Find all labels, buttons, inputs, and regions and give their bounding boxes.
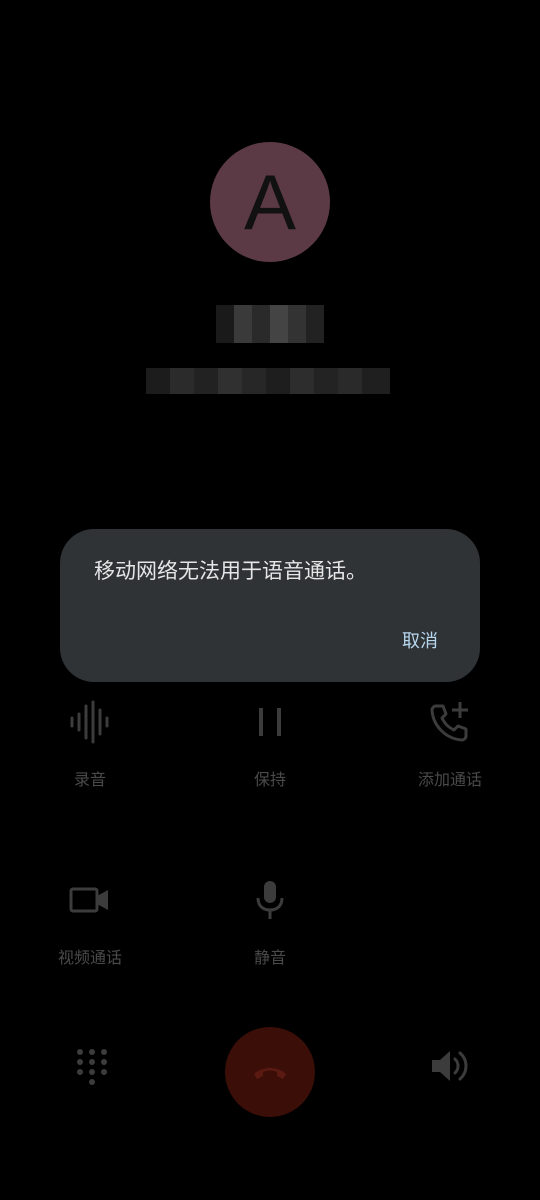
call-controls-row-2: 视频通话 静音: [0, 878, 540, 988]
caller-name-redacted: [216, 305, 324, 343]
volume-icon[interactable]: [428, 1044, 472, 1088]
waveform-icon: [70, 700, 109, 744]
dialog-message: 移动网络无法用于语音通话。: [94, 559, 367, 583]
call-end-icon: [254, 1068, 286, 1079]
mic-icon: [256, 881, 284, 919]
add-call-label: 添加通话: [417, 770, 482, 789]
network-unavailable-dialog: 移动网络无法用于语音通话。 取消: [60, 529, 480, 682]
hold-label: 保持: [253, 770, 286, 789]
call-screen: A 录音 保持 添加通话 视频通话 静音 移动网络无法用于语音通话。 取消: [0, 0, 540, 1200]
record-label: 录音: [73, 770, 106, 789]
hangup-button[interactable]: [225, 1027, 315, 1117]
caller-number-redacted: [146, 368, 390, 394]
dialpad-icon[interactable]: [76, 1048, 108, 1088]
videocam-icon: [69, 887, 108, 913]
video-call-button[interactable]: 视频通话: [30, 878, 150, 968]
add-call-icon: [430, 702, 468, 742]
video-call-label: 视频通话: [57, 948, 122, 967]
call-controls-row-1: 录音 保持 添加通话: [0, 700, 540, 810]
hold-button[interactable]: 保持: [210, 700, 330, 790]
record-button[interactable]: 录音: [30, 700, 150, 790]
mute-label: 静音: [253, 948, 286, 967]
mute-button[interactable]: 静音: [210, 878, 330, 968]
add-call-button[interactable]: 添加通话: [390, 700, 510, 790]
pause-icon: [259, 708, 281, 736]
cancel-button[interactable]: 取消: [402, 627, 438, 653]
caller-avatar: A: [210, 142, 330, 262]
